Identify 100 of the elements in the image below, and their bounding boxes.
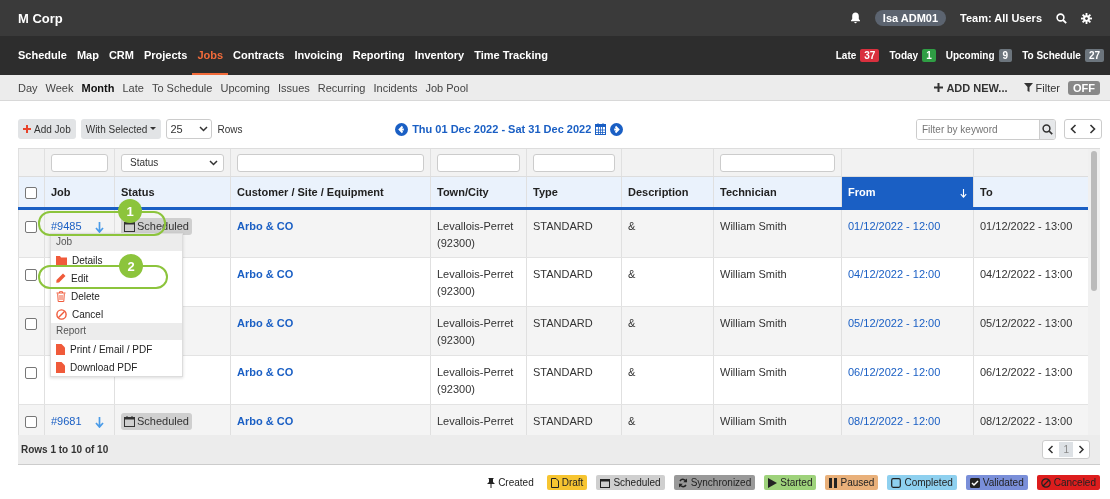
bell-icon[interactable] [849, 12, 861, 24]
table-cell: 01/12/2022 - 13:00 [980, 220, 1073, 232]
row-checkbox[interactable] [25, 269, 37, 282]
menu-item[interactable]: Details [51, 251, 108, 269]
customer-link[interactable]: Arbo & CO [237, 268, 294, 280]
column-header[interactable]: Technician [713, 176, 842, 209]
team-selector[interactable]: Team: All Users [960, 12, 1042, 24]
folder-icon [56, 255, 67, 265]
view-tab[interactable]: Upcoming [220, 81, 270, 94]
table-cell-text: (92300) [437, 382, 476, 397]
date-link[interactable]: 06/12/2022 - 12:00 [848, 366, 941, 378]
table-cell: William Smith [720, 366, 787, 378]
count-badge: 1 [922, 49, 936, 62]
nav-tab[interactable]: Reporting [347, 36, 410, 75]
job-link[interactable]: #9485 [51, 220, 82, 232]
counter-label[interactable]: Upcoming [945, 50, 995, 61]
row-checkbox[interactable] [25, 318, 37, 331]
view-tab[interactable]: Day [18, 81, 38, 94]
view-tab[interactable]: Incidents [373, 81, 418, 94]
search-icon[interactable] [1056, 12, 1067, 24]
menu-item[interactable]: Cancel [51, 305, 109, 323]
table-cell-text: Levallois-Perret [437, 316, 515, 331]
nav-tab[interactable]: Time Tracking [469, 36, 553, 75]
view-tab[interactable]: Issues [277, 81, 310, 94]
job-link[interactable]: #9681 [51, 415, 82, 427]
row-checkbox[interactable] [25, 221, 37, 234]
add-new-button[interactable]: ADD NEW... [946, 81, 1008, 94]
view-tab[interactable]: Recurring [317, 81, 366, 94]
table-cell: 08/12/2022 - 13:00 [980, 415, 1073, 427]
menu-item[interactable]: Print / Email / PDF [51, 340, 158, 358]
nav-tab[interactable]: Projects [138, 36, 193, 75]
down-arrow-icon[interactable] [94, 221, 104, 233]
date-link[interactable]: 04/12/2022 - 12:00 [848, 268, 941, 280]
column-header[interactable]: From [841, 176, 974, 209]
view-tab[interactable]: Month [81, 81, 115, 94]
town-filter-field[interactable] [437, 153, 520, 172]
customer-filter-field[interactable] [237, 153, 424, 172]
filter-label: Filter [1035, 81, 1060, 94]
column-header[interactable]: Job [44, 176, 115, 209]
calendar-icon[interactable] [595, 123, 607, 135]
search-icon[interactable] [1042, 123, 1053, 135]
plus-icon [23, 125, 31, 133]
column-header[interactable]: Customer / Site / Equipment [230, 176, 431, 209]
trash-icon [56, 290, 66, 302]
view-tab[interactable]: Job Pool [425, 81, 469, 94]
column-header[interactable]: To [973, 176, 1088, 209]
settings-icon[interactable] [1081, 12, 1092, 24]
sort-arrow-icon[interactable] [960, 189, 967, 198]
counter-label[interactable]: Late [835, 50, 857, 61]
technician-filter-field[interactable] [720, 153, 835, 172]
table-cell: William Smith [720, 268, 787, 280]
row-checkbox[interactable] [25, 367, 37, 380]
column-header[interactable]: Description [621, 176, 714, 209]
legend-badge: Started [764, 475, 817, 490]
legend-badge: Paused [825, 475, 879, 490]
table-cell: 06/12/2022 - 13:00 [980, 366, 1073, 378]
date-link[interactable]: 08/12/2022 - 12:00 [848, 415, 941, 427]
date-range[interactable]: Thu 01 Dec 2022 - Sat 31 Dec 2022 [412, 123, 592, 135]
menu-item[interactable]: Edit [51, 269, 94, 287]
customer-link[interactable]: Arbo & CO [237, 415, 294, 427]
type-filter-field[interactable] [533, 153, 615, 172]
table-cell: 04/12/2022 - 13:00 [980, 268, 1073, 280]
view-tab[interactable]: Week [45, 81, 74, 94]
user-menu[interactable]: Isa ADM01 [874, 10, 947, 26]
filter-toggle[interactable]: OFF [1068, 80, 1100, 95]
counter-label[interactable]: To Schedule [1022, 50, 1081, 61]
add-job-button[interactable]: Add Job [18, 119, 76, 139]
nav-tab[interactable]: Contracts [228, 36, 290, 75]
view-tab[interactable]: To Schedule [151, 81, 213, 94]
job-filter-field[interactable] [51, 153, 108, 172]
counter-label[interactable]: Today [889, 50, 919, 61]
table-cell: STANDARD [533, 415, 593, 427]
column-header[interactable]: Town/City [430, 176, 527, 209]
legend-badge: Canceled [1036, 475, 1100, 490]
date-link[interactable]: 05/12/2022 - 12:00 [848, 317, 941, 329]
status-badge: Scheduled [121, 413, 192, 430]
table-cell: 05/12/2022 - 13:00 [980, 317, 1073, 329]
view-tab[interactable]: Late [122, 81, 144, 94]
nav-tab[interactable]: CRM [103, 36, 139, 75]
menu-item[interactable]: Delete [51, 287, 105, 305]
select-all-checkbox[interactable] [25, 186, 37, 199]
column-header[interactable]: Type [526, 176, 622, 209]
nav-tab[interactable]: Invoicing [289, 36, 348, 75]
row-checkbox[interactable] [25, 416, 37, 429]
with-selected-button[interactable]: With Selected [80, 119, 162, 139]
menu-item[interactable]: Download PDF [51, 358, 143, 376]
next-arrow-icon[interactable] [610, 122, 624, 136]
rows-select[interactable]: 25 [166, 119, 213, 139]
nav-tab[interactable]: Inventory [409, 36, 470, 75]
down-arrow-icon[interactable] [94, 416, 104, 428]
count-badge: 37 [860, 49, 880, 62]
nav-tab[interactable]: Map [71, 36, 104, 75]
nav-tab[interactable]: Schedule [18, 36, 72, 75]
table-cell: STANDARD [533, 220, 593, 232]
customer-link[interactable]: Arbo & CO [237, 317, 294, 329]
keyword-search-field[interactable]: Filter by keyword [916, 118, 1056, 140]
customer-link[interactable]: Arbo & CO [237, 220, 294, 232]
status-filter-select[interactable]: Status [121, 153, 224, 172]
customer-link[interactable]: Arbo & CO [237, 366, 294, 378]
date-link[interactable]: 01/12/2022 - 12:00 [848, 220, 941, 232]
